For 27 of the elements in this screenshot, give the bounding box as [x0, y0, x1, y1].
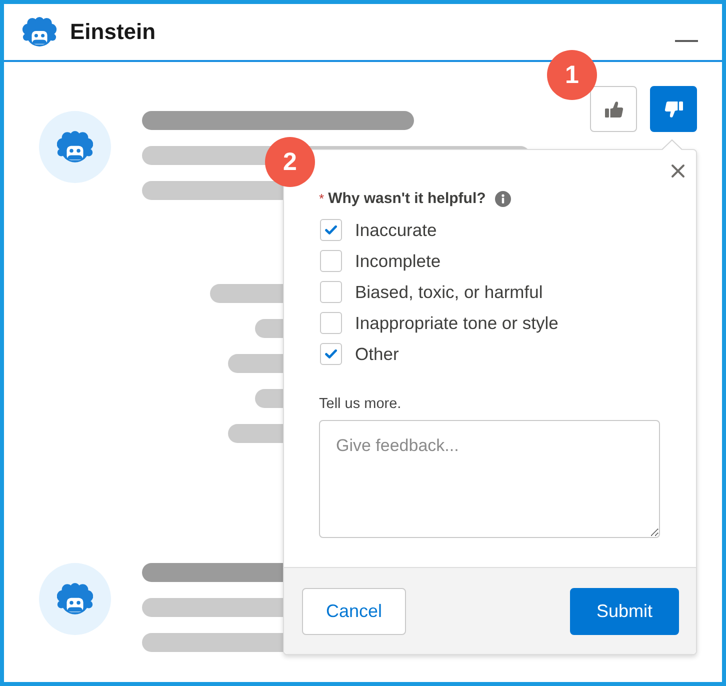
checkbox[interactable]	[320, 250, 342, 272]
step-number-badge: 1	[547, 50, 597, 100]
checkbox[interactable]	[320, 218, 342, 240]
option-label[interactable]: Biased, toxic, or harmful	[355, 280, 543, 302]
thumbs-down-button[interactable]	[650, 86, 697, 132]
option-label[interactable]: Incomplete	[355, 250, 441, 272]
check-icon	[325, 224, 337, 234]
close-icon[interactable]	[671, 164, 685, 178]
checkbox[interactable]	[320, 280, 342, 302]
window-title: Einstein	[70, 21, 156, 43]
cartoon-head-icon	[22, 16, 57, 48]
thumbs-up-button[interactable]	[590, 86, 637, 132]
option-label[interactable]: Inappropriate tone or style	[355, 312, 558, 334]
option-label[interactable]: Other	[355, 342, 399, 364]
submit-button[interactable]: Submit	[570, 588, 679, 634]
comment-label: Tell us more.	[319, 395, 402, 414]
feedback-field[interactable]: Give feedback...	[319, 420, 660, 538]
option-label[interactable]: Inaccurate	[355, 218, 437, 240]
checkbox[interactable]	[320, 342, 342, 364]
step-number-badge: 2	[265, 137, 315, 187]
check-icon	[325, 348, 337, 358]
cancel-button[interactable]: Cancel	[302, 588, 406, 634]
checkbox[interactable]	[320, 312, 342, 334]
info-icon[interactable]	[494, 191, 511, 207]
thumbs-down-icon	[664, 100, 684, 118]
question-label: * Why wasn't it helpful?	[319, 189, 486, 209]
thumbs-up-icon	[604, 100, 624, 118]
